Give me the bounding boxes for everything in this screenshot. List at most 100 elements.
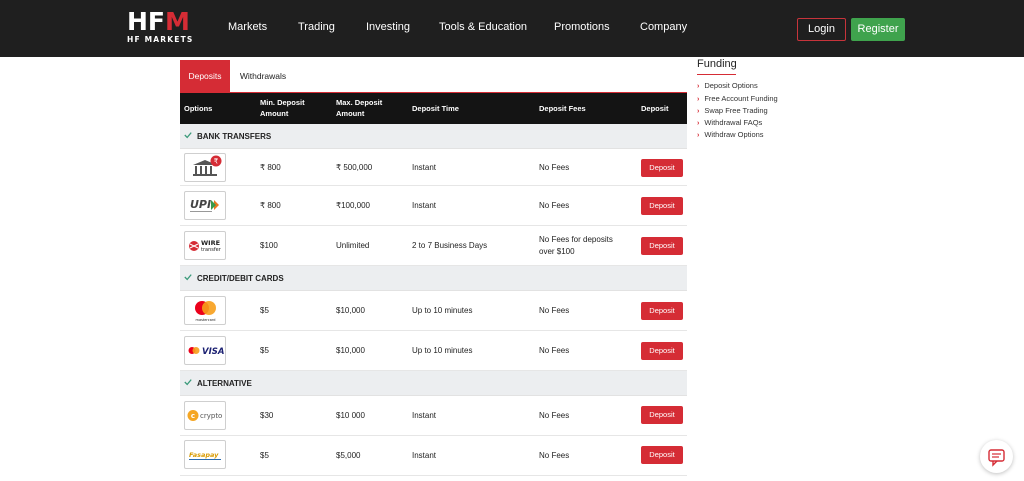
- table-row: WIRE transfer $100 Unlimited 2 to 7 Busi…: [180, 226, 687, 266]
- category-alternative[interactable]: ALTERNATIVE: [180, 371, 687, 396]
- chat-button[interactable]: [980, 440, 1013, 473]
- deposit-fees-value: No Fees: [539, 411, 570, 420]
- chat-icon: [988, 449, 1005, 467]
- max-deposit-value: ₹100,000: [336, 201, 371, 210]
- hfm-logo[interactable]: HFM HF MARKETS: [127, 9, 197, 45]
- logo-mark: HFM: [127, 7, 190, 36]
- table-row: mastercard $5 $10,000 Up to 10 minutes N…: [180, 291, 687, 331]
- max-deposit-value: $10,000: [336, 346, 365, 355]
- category-label: CREDIT/DEBIT CARDS: [197, 274, 284, 283]
- tab-withdrawals[interactable]: Withdrawals: [232, 60, 294, 92]
- column-header-min-deposit: Min. Deposit Amount: [260, 98, 305, 118]
- check-icon: [184, 132, 192, 139]
- nav-trading[interactable]: Trading: [298, 21, 335, 33]
- deposit-button[interactable]: Deposit: [641, 302, 683, 320]
- category-credit-debit-cards[interactable]: CREDIT/DEBIT CARDS: [180, 266, 687, 291]
- chevron-right-icon: ›: [697, 96, 700, 103]
- logo-subtitle: HF MARKETS: [127, 35, 194, 44]
- nav-company[interactable]: Company: [640, 21, 687, 33]
- deposit-button[interactable]: Deposit: [641, 342, 683, 360]
- deposit-fees-value: No Fees for deposits over $100: [539, 235, 613, 256]
- deposit-fees-value: No Fees: [539, 346, 570, 355]
- wire-transfer-logo: WIRE transfer: [184, 231, 226, 260]
- chevron-right-icon: ›: [697, 83, 700, 90]
- min-deposit-value: $5: [260, 306, 269, 315]
- category-bank-transfers[interactable]: BANK TRANSFERS: [180, 124, 687, 149]
- crypto-logo: c crypto: [184, 401, 226, 430]
- register-button[interactable]: Register: [851, 18, 905, 41]
- mastercard-logo: mastercard: [184, 296, 226, 325]
- sidebar-link-swap-free-trading[interactable]: › Swap Free Trading: [697, 106, 768, 117]
- table-row: Fasapay $5 $5,000 Instant No Fees Deposi…: [180, 436, 687, 476]
- sidebar-link-deposit-options[interactable]: › Deposit Options: [697, 81, 758, 92]
- deposit-fees-value: No Fees: [539, 163, 570, 172]
- table-row: ₹ ₹ 800 ₹ 500,000 Instant No Fees Deposi…: [180, 150, 687, 186]
- table-row: c crypto $30 $10 000 Instant No Fees Dep…: [180, 396, 687, 436]
- tab-deposits[interactable]: Deposits: [180, 60, 230, 92]
- sidebar-title: Funding: [697, 58, 737, 70]
- rupee-icon: ₹: [214, 158, 219, 166]
- column-header-deposit-fees: Deposit Fees: [539, 104, 586, 113]
- max-deposit-value: $10,000: [336, 306, 365, 315]
- check-icon: [184, 274, 192, 281]
- svg-text:c: c: [191, 412, 195, 420]
- deposit-button[interactable]: Deposit: [641, 197, 683, 215]
- upi-logo: UPI: [184, 191, 226, 220]
- column-header-max-deposit: Max. Deposit Amount: [336, 98, 383, 118]
- bank-icon: ₹: [193, 155, 222, 176]
- svg-text:mastercard: mastercard: [196, 318, 216, 322]
- category-label: ALTERNATIVE: [197, 379, 252, 388]
- column-header-deposit: Deposit: [641, 104, 669, 113]
- deposit-time-value: Instant: [412, 201, 437, 210]
- top-navigation-bar: HFM HF MARKETS Markets Trading Investing…: [0, 0, 1024, 57]
- deposit-time-value: Instant: [412, 163, 437, 172]
- max-deposit-value: $10 000: [336, 411, 365, 420]
- min-deposit-value: $5: [260, 451, 269, 460]
- deposit-time-value: 2 to 7 Business Days: [412, 241, 488, 250]
- deposit-time-value: Up to 10 minutes: [412, 306, 473, 315]
- nav-markets[interactable]: Markets: [228, 21, 267, 33]
- deposit-fees-value: No Fees: [539, 201, 570, 210]
- max-deposit-value: ₹ 500,000: [336, 163, 373, 172]
- sidebar-link-withdrawal-faqs[interactable]: › Withdrawal FAQs: [697, 118, 762, 129]
- svg-text:VISA: VISA: [202, 347, 224, 357]
- svg-text:UPI: UPI: [190, 198, 211, 211]
- deposit-time-value: Up to 10 minutes: [412, 346, 473, 355]
- deposit-button[interactable]: Deposit: [641, 406, 683, 424]
- max-deposit-value: Unlimited: [336, 241, 370, 250]
- deposit-fees-value: No Fees: [539, 306, 570, 315]
- sidebar-link-withdraw-options[interactable]: › Withdraw Options: [697, 130, 764, 141]
- chevron-right-icon: ›: [697, 132, 700, 139]
- table-row: VISA $5 $10,000 Up to 10 minutes No Fees…: [180, 331, 687, 371]
- chevron-right-icon: ›: [697, 120, 700, 127]
- deposit-button[interactable]: Deposit: [641, 446, 683, 464]
- sidebar-title-underline: [697, 74, 736, 75]
- svg-text:WIRE: WIRE: [201, 239, 220, 247]
- sidebar-link-free-account-funding[interactable]: › Free Account Funding: [697, 94, 778, 105]
- bank-transfer-logo: ₹: [184, 153, 226, 182]
- column-header-options: Options: [184, 104, 213, 113]
- nav-investing[interactable]: Investing: [366, 21, 410, 33]
- deposit-time-value: Instant: [412, 451, 437, 460]
- min-deposit-value: ₹ 800: [260, 163, 281, 172]
- deposit-button[interactable]: Deposit: [641, 237, 683, 255]
- check-icon: [184, 379, 192, 386]
- min-deposit-value: $5: [260, 346, 269, 355]
- fasapay-logo: Fasapay: [184, 440, 226, 469]
- min-deposit-value: $30: [260, 411, 274, 420]
- svg-text:crypto: crypto: [200, 412, 222, 420]
- max-deposit-value: $5,000: [336, 451, 361, 460]
- deposit-button[interactable]: Deposit: [641, 159, 683, 177]
- chevron-right-icon: ›: [697, 108, 700, 115]
- deposit-fees-value: No Fees: [539, 451, 570, 460]
- nav-promotions[interactable]: Promotions: [554, 21, 610, 33]
- category-label: BANK TRANSFERS: [197, 132, 272, 141]
- table-row: UPI ₹ 800 ₹100,000 Instant No Fees Depos…: [180, 186, 687, 226]
- deposit-time-value: Instant: [412, 411, 437, 420]
- svg-text:transfer: transfer: [201, 247, 222, 253]
- nav-tools-education[interactable]: Tools & Education: [439, 21, 527, 33]
- min-deposit-value: $100: [260, 241, 278, 250]
- column-header-deposit-time: Deposit Time: [412, 104, 459, 113]
- login-button[interactable]: Login: [797, 18, 846, 41]
- visa-logo: VISA: [184, 336, 226, 365]
